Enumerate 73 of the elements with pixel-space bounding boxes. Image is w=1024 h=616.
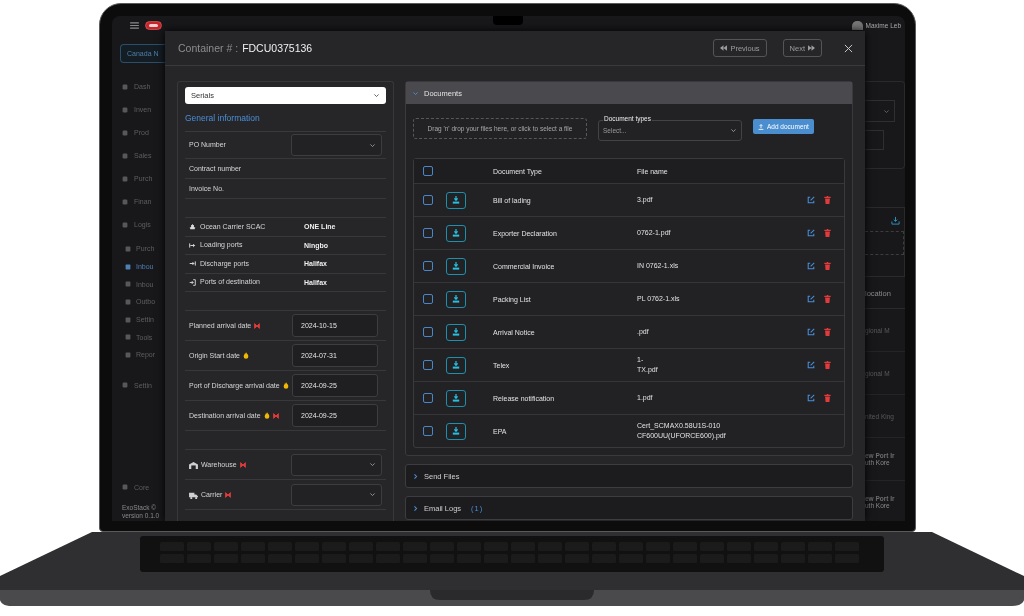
- trash-icon[interactable]: [824, 328, 831, 336]
- edit-icon[interactable]: [807, 295, 815, 303]
- trash-icon[interactable]: [824, 295, 831, 303]
- camera-notch: [493, 16, 523, 25]
- download-icon: [452, 328, 460, 336]
- flame-icon: [263, 412, 270, 419]
- chevron-down-icon: [730, 127, 737, 134]
- trash-icon[interactable]: [824, 361, 831, 369]
- trash-icon[interactable]: [824, 196, 831, 204]
- checkbox[interactable]: [423, 426, 433, 436]
- download-button[interactable]: [446, 323, 466, 341]
- avatar[interactable]: [851, 21, 863, 30]
- truck-icon: [189, 490, 198, 499]
- checkbox[interactable]: [423, 360, 433, 370]
- download-icon: [452, 295, 460, 303]
- menu-icon[interactable]: [130, 22, 139, 29]
- select-field[interactable]: [291, 134, 382, 156]
- download-icon: [452, 196, 460, 204]
- download-button[interactable]: [446, 257, 466, 275]
- section-heading: General information: [185, 104, 386, 132]
- edit-icon[interactable]: [807, 328, 815, 336]
- bowtie-icon: [272, 412, 279, 419]
- upload-icon: [758, 123, 764, 130]
- checkbox[interactable]: [423, 393, 433, 403]
- checkbox[interactable]: [423, 294, 433, 304]
- trash-icon[interactable]: [824, 262, 831, 270]
- chevron-down-icon: [369, 491, 376, 498]
- bowtie-icon: [254, 322, 261, 329]
- edit-icon[interactable]: [807, 229, 815, 237]
- download-icon: [452, 427, 460, 435]
- arrow-from-bar-icon: [189, 241, 196, 249]
- edit-icon[interactable]: [807, 361, 815, 369]
- arrow-to-bar-icon: [189, 260, 196, 268]
- download-icon: [452, 262, 460, 270]
- download-button[interactable]: [446, 422, 466, 440]
- checkbox[interactable]: [423, 166, 433, 176]
- select-field[interactable]: [291, 483, 382, 506]
- ship-icon: [189, 223, 196, 231]
- container-number: FDCU0375136: [242, 42, 313, 54]
- download-icon: [452, 394, 460, 402]
- download-button[interactable]: [446, 224, 466, 242]
- chevron-down-icon: [369, 141, 376, 149]
- edit-icon[interactable]: [807, 196, 815, 204]
- checkbox[interactable]: [423, 195, 433, 205]
- chevron-down-icon: [883, 107, 890, 115]
- trash-icon[interactable]: [824, 394, 831, 402]
- download-button[interactable]: [446, 356, 466, 374]
- enter-arrow-icon: [189, 278, 196, 286]
- close-icon[interactable]: [844, 43, 853, 53]
- download-button[interactable]: [446, 389, 466, 407]
- chevron-down-icon: [369, 461, 376, 468]
- chevron-down-icon: [373, 92, 380, 99]
- rewind-icon: [720, 45, 728, 51]
- checkbox[interactable]: [423, 261, 433, 271]
- flame-icon: [282, 382, 289, 389]
- trash-icon[interactable]: [824, 229, 831, 237]
- bowtie-icon: [239, 461, 246, 468]
- edit-icon[interactable]: [807, 394, 815, 402]
- download-icon: [452, 229, 460, 237]
- edit-icon[interactable]: [807, 262, 815, 270]
- checkbox[interactable]: [423, 327, 433, 337]
- warehouse-icon: [189, 460, 198, 469]
- download-button[interactable]: [446, 290, 466, 308]
- select-field[interactable]: [291, 453, 382, 476]
- flame-icon: [242, 352, 249, 359]
- logo-icon[interactable]: [145, 21, 162, 30]
- dialog-title: Container # :: [178, 42, 239, 54]
- download-button[interactable]: [446, 191, 466, 209]
- fast-forward-icon: [808, 45, 815, 51]
- download-icon: [452, 361, 460, 369]
- checkbox[interactable]: [423, 228, 433, 238]
- bowtie-icon: [225, 491, 232, 498]
- download-icon[interactable]: [891, 216, 900, 225]
